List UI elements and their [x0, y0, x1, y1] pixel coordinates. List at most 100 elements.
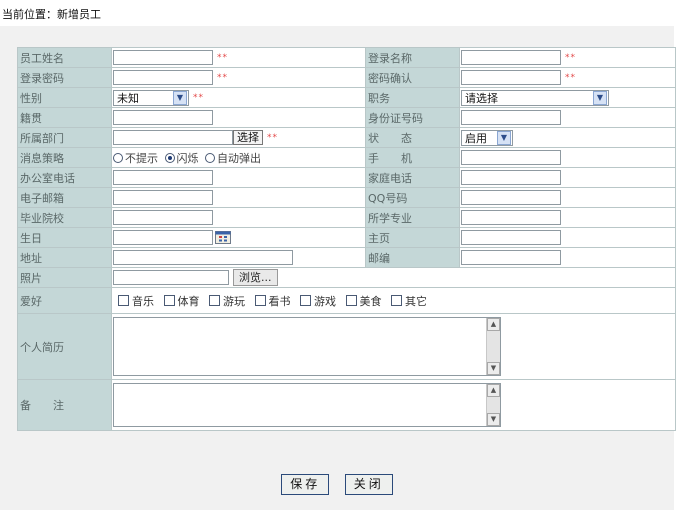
scrollbar[interactable]: ▲ ▼ [486, 318, 500, 375]
hobbies-options: 音乐 体育 游玩 看书 游戏 美食 其它 [111, 287, 676, 314]
radio-label: 闪烁 [176, 151, 199, 165]
gender-label: 性别 [17, 87, 112, 108]
hobby-checkbox-travel[interactable] [209, 295, 220, 306]
required-mark: ** [267, 132, 278, 143]
resume-label: 个人简历 [17, 313, 112, 380]
position-select-value: 请选择 [465, 91, 498, 105]
login-name-field[interactable] [461, 50, 561, 65]
form-row: 照片 浏览... [17, 267, 676, 288]
school-field[interactable] [113, 210, 213, 225]
required-mark: ** [193, 92, 204, 103]
id-number-field[interactable] [461, 110, 561, 125]
hobby-label: 美食 [359, 294, 382, 308]
qq-field[interactable] [461, 190, 561, 205]
choose-department-button[interactable]: 选择 [233, 130, 263, 145]
remark-textarea[interactable]: ▲ ▼ [113, 383, 501, 427]
hobby-label: 体育 [177, 294, 200, 308]
required-mark: ** [565, 52, 576, 63]
id-number-label: 身份证号码 [365, 107, 460, 128]
homepage-field[interactable] [461, 230, 561, 245]
scroll-down-icon[interactable]: ▼ [487, 362, 500, 375]
password-confirm-field[interactable] [461, 70, 561, 85]
position-select[interactable]: 请选择 ▼ [461, 89, 609, 106]
form-row: 个人简历 ▲ ▼ [17, 313, 676, 380]
gender-select[interactable]: 未知 ▼ [113, 89, 189, 106]
home-phone-label: 家庭电话 [365, 167, 460, 188]
native-place-label: 籍贯 [17, 107, 112, 128]
status-select[interactable]: 启用 ▼ [461, 129, 513, 146]
hobby-checkbox-sports[interactable] [163, 295, 175, 306]
login-name-label: 登录名称 [365, 47, 460, 68]
mobile-field[interactable] [461, 150, 561, 165]
native-place-field[interactable] [113, 110, 213, 125]
photo-label: 照片 [17, 267, 112, 288]
password-confirm-label: 密码确认 [365, 67, 460, 88]
chevron-down-icon: ▼ [173, 90, 187, 105]
status-select-value: 启用 [465, 131, 487, 145]
close-button[interactable]: 关闭 [344, 474, 393, 495]
hobbies-label: 爱好 [17, 287, 112, 314]
hobby-checkbox-food[interactable] [345, 295, 357, 306]
hobby-label: 游玩 [223, 294, 245, 308]
scrollbar[interactable]: ▲ ▼ [486, 384, 500, 426]
name-label: 员工姓名 [17, 47, 112, 68]
email-field[interactable] [113, 190, 213, 205]
hobby-checkbox-other[interactable] [391, 295, 402, 306]
address-label: 地址 [17, 247, 112, 268]
gender-select-value: 未知 [117, 91, 139, 105]
form-row: 办公室电话 家庭电话 [17, 167, 676, 188]
postcode-label: 邮编 [365, 247, 460, 268]
browse-button[interactable]: 浏览... [233, 269, 278, 286]
hobby-checkbox-games[interactable] [300, 295, 311, 306]
form-row: 电子邮箱 QQ号码 [17, 187, 676, 208]
major-label: 所学专业 [365, 207, 460, 228]
message-policy-options: 不提示 闪烁 自动弹出 [111, 147, 366, 168]
radio-flash[interactable] [164, 152, 175, 163]
name-field[interactable] [113, 50, 213, 65]
hobby-checkbox-reading[interactable] [254, 295, 266, 306]
required-mark: ** [217, 52, 228, 63]
form-row: 员工姓名 ** 登录名称 ** [17, 47, 676, 68]
hobby-label: 看书 [268, 294, 291, 308]
radio-auto-popup[interactable] [205, 152, 215, 163]
password-field[interactable] [113, 70, 213, 85]
birthday-field[interactable] [113, 230, 213, 245]
hobby-label: 音乐 [132, 294, 154, 308]
password-label: 登录密码 [17, 67, 112, 88]
radio-label: 不提示 [125, 151, 158, 165]
mobile-label: 手 机 [365, 147, 460, 168]
department-field[interactable] [113, 130, 233, 145]
status-label: 状 态 [365, 127, 460, 148]
position-label: 职务 [365, 87, 460, 108]
major-field[interactable] [461, 210, 561, 225]
form-row: 生日 主页 [17, 227, 676, 248]
calendar-icon[interactable] [215, 231, 231, 244]
message-policy-label: 消息策略 [17, 147, 112, 168]
radio-no-prompt[interactable] [113, 152, 123, 163]
required-mark: ** [217, 72, 228, 83]
home-phone-field[interactable] [461, 170, 561, 185]
employee-form: 员工姓名 ** 登录名称 ** 登录密码 ** 密码确认 ** 性别 未知 ▼ … [17, 47, 676, 431]
postcode-field[interactable] [461, 250, 561, 265]
chevron-down-icon: ▼ [593, 90, 607, 105]
form-row: 备 注 ▲ ▼ [17, 379, 676, 431]
form-row: 地址 邮编 [17, 247, 676, 268]
school-label: 毕业院校 [17, 207, 112, 228]
hobby-label: 其它 [405, 294, 427, 308]
remark-label: 备 注 [17, 379, 112, 431]
form-row: 消息策略 不提示 闪烁 自动弹出 手 机 [17, 147, 676, 168]
photo-file-field[interactable] [113, 270, 229, 285]
radio-label: 自动弹出 [217, 151, 261, 165]
breadcrumb: 当前位置：新增员工 [2, 8, 101, 21]
address-field[interactable] [113, 250, 293, 265]
save-button[interactable]: 保存 [281, 474, 330, 495]
resume-textarea[interactable]: ▲ ▼ [113, 317, 501, 376]
hobby-checkbox-music[interactable] [118, 295, 129, 306]
scroll-down-icon[interactable]: ▼ [487, 413, 500, 426]
scroll-up-icon[interactable]: ▲ [487, 384, 500, 397]
hobby-label: 游戏 [314, 294, 336, 308]
homepage-label: 主页 [365, 227, 460, 248]
form-actions: 保存 关闭 [0, 474, 674, 495]
scroll-up-icon[interactable]: ▲ [487, 318, 500, 331]
office-phone-field[interactable] [113, 170, 213, 185]
